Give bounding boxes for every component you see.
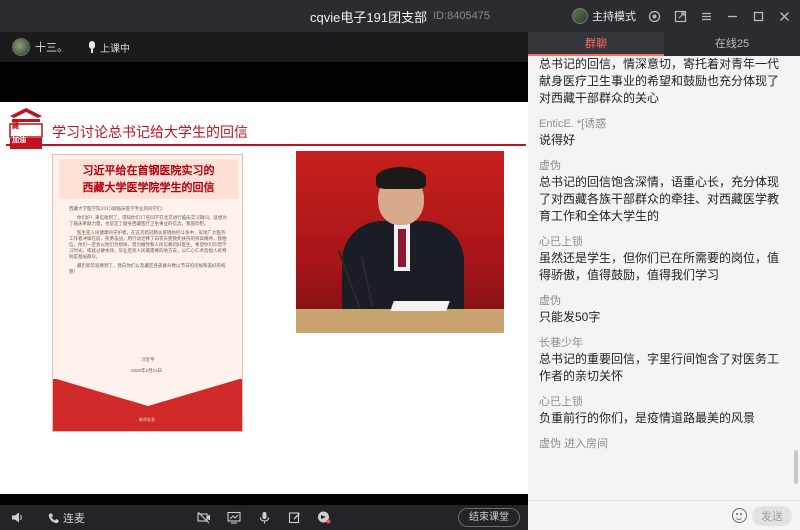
host-name: 十三。 (35, 42, 68, 54)
slide-title-rule (6, 144, 526, 146)
microphone-icon (88, 41, 96, 53)
message-text: 只能发50字 (539, 310, 601, 324)
letter-heading: 习近平给在首钢医院实习的 西藏大学医学院学生的回信 (59, 159, 238, 199)
message-text: 说得好 (539, 133, 576, 147)
send-button[interactable]: 发送 (752, 506, 792, 526)
screen-share-icon[interactable] (227, 510, 241, 524)
presentation-stage: 藏 加油 学习讨论总书记给大学生的回信 习近平给在首钢医院实习的 西藏大学医学院… (0, 62, 528, 505)
chat-input[interactable] (538, 506, 728, 526)
microphone-toggle-icon[interactable] (257, 510, 271, 524)
emoji-icon[interactable] (732, 508, 747, 523)
chat-message: EnticE. *[诱惑 说得好 (539, 116, 790, 149)
stage-header: 十三。 上课中 (0, 32, 528, 62)
connect-mic-button[interactable]: 连麦 (46, 510, 85, 526)
message-sender: EnticE. *[诱惑 (539, 118, 607, 130)
share-icon[interactable] (672, 8, 688, 24)
chat-input-row: 发送 (528, 500, 800, 530)
message-text: 总书记的重要回信，字里行间饱含了对医务工作者的亲切关怀 (539, 352, 780, 383)
class-status: 上课中 (100, 43, 130, 55)
menu-icon[interactable] (698, 8, 714, 24)
letter-signature: 习近平 (141, 357, 155, 362)
host-mode-label[interactable]: 主持模式 (592, 8, 636, 24)
photo-tie (398, 229, 406, 267)
message-text: 虽然还是学生，但你们已在所需要的岗位，值得骄傲，值得鼓励，值得我们学习 (539, 251, 780, 282)
window-title: cqvie电子191团支部 (310, 9, 428, 25)
chat-panel: 群聊 在线25 总书记的回信，情深意切，寄托着对青年一代献身医疗卫生事业的希望和… (528, 32, 800, 530)
camera-off-icon[interactable] (197, 510, 211, 524)
slide: 藏 加油 学习讨论总书记给大学生的回信 习近平给在首钢医院实习的 西藏大学医学院… (0, 102, 528, 494)
edit-icon[interactable] (287, 510, 301, 524)
photo-figure-hair (376, 167, 426, 189)
title-bar-controls: 主持模式 (572, 0, 792, 32)
message-sender: 虚伪 (539, 160, 561, 172)
join-user-name: 虚伪 (539, 438, 561, 450)
chat-scrollbar[interactable] (794, 450, 798, 484)
letter-heading-line1: 习近平给在首钢医院实习的 (82, 164, 215, 177)
chat-message: 心已上锁 虽然还是学生，但你们已在所需要的岗位，值得骄傲，值得鼓励，值得我们学习 (539, 234, 790, 284)
room-id: ID:8405475 (433, 10, 490, 22)
letter-heading-line2: 西藏大学医学院学生的回信 (82, 181, 215, 194)
end-class-button[interactable]: 结束课堂 (458, 508, 520, 527)
message-sender: 长巷少年 (539, 337, 583, 349)
photo-image (296, 151, 504, 333)
phone-icon (46, 511, 60, 525)
join-notification: 虚伪 进入房间 (539, 436, 790, 452)
message-sender: 心已上锁 (539, 396, 583, 408)
close-icon[interactable] (776, 8, 792, 24)
title-bar: cqvie电子191团支部 ID:8405475 主持模式 (0, 0, 800, 32)
slide-title: 学习讨论总书记给大学生的回信 (52, 125, 248, 141)
chat-message: 总书记的回信，情深意切，寄托着对青年一代献身医疗卫生事业的希望和鼓励也充分体现了… (539, 56, 790, 107)
speaker-icon[interactable] (10, 510, 24, 524)
chat-message: 长巷少年 总书记的重要回信，字里行间饱含了对医务工作者的亲切关怀 (539, 335, 790, 385)
letter-body: 西藏大学医学院2015级临床医学专业的同学们： 你们好！来信收到了，得知你们17… (69, 207, 229, 279)
letter-image: 习近平给在首钢医院实习的 西藏大学医学院学生的回信 西藏大学医学院2015级临床… (52, 154, 243, 432)
letter-paragraph: 你们好！来信收到了，得知你们17名同学在北京进行临床实习期间，就想为了临床奉献力… (69, 216, 227, 227)
user-avatar[interactable] (572, 8, 588, 24)
photo-desk (296, 309, 504, 333)
settings-icon[interactable] (646, 8, 662, 24)
letter-seal: 新华社发 (139, 417, 155, 422)
chat-message: 虚伪 总书记的回信饱含深情，语重心长，充分体现了对西藏各族干部群众的牵挂、对西藏… (539, 158, 790, 225)
tab-online[interactable]: 在线25 (664, 32, 800, 56)
message-text: 总书记的回信饱含深情，语重心长，充分体现了对西藏各族干部群众的牵挂、对西藏医学教… (539, 175, 780, 223)
join-action: 进入房间 (564, 438, 609, 450)
photo-papers (390, 301, 450, 311)
letter-date: 2020年2月21日 (131, 368, 163, 373)
app-window: cqvie电子191团支部 ID:8405475 主持模式 十三。 上课中 藏 … (0, 0, 800, 530)
letter-paragraph: 医生是人民健康的守护者。在这次新冠肺炎疫情防控斗争中，军地广大医务工作者冲锋在前… (69, 231, 227, 260)
chat-message: 虚伪 只能发50字 (539, 293, 790, 326)
host-avatar[interactable] (12, 38, 30, 56)
message-text: 负重前行的你们，是疫情道路最美的风景 (539, 411, 756, 425)
connect-mic-label: 连麦 (63, 513, 85, 525)
message-sender: 虚伪 (539, 295, 561, 307)
chat-message: 心已上锁 负重前行的你们，是疫情道路最美的风景 (539, 394, 790, 427)
letter-paragraph: 藏历新年就要到了，我向你们以及藏区各族群众致以节日的问候和美好的祝愿！ (69, 264, 226, 275)
message-list[interactable]: 总书记的回信，情深意切，寄托着对青年一代献身医疗卫生事业的希望和鼓励也充分体现了… (528, 56, 800, 502)
logo-text-top: 藏 (12, 123, 19, 130)
message-text: 总书记的回信，情深意切，寄托着对青年一代献身医疗卫生事业的希望和鼓励也充分体现了… (539, 57, 780, 105)
minimize-icon[interactable] (724, 8, 740, 24)
chat-tabs: 群聊 在线25 (528, 32, 800, 56)
maximize-icon[interactable] (750, 8, 766, 24)
message-sender: 心已上锁 (539, 236, 583, 248)
broadcast-icon[interactable] (317, 510, 331, 524)
tab-group-chat[interactable]: 群聊 (528, 32, 664, 56)
letter-salutation: 西藏大学医学院2015级临床医学专业的同学们： (69, 207, 166, 212)
bottom-toolbar: 连麦 结束课堂 (0, 505, 528, 530)
